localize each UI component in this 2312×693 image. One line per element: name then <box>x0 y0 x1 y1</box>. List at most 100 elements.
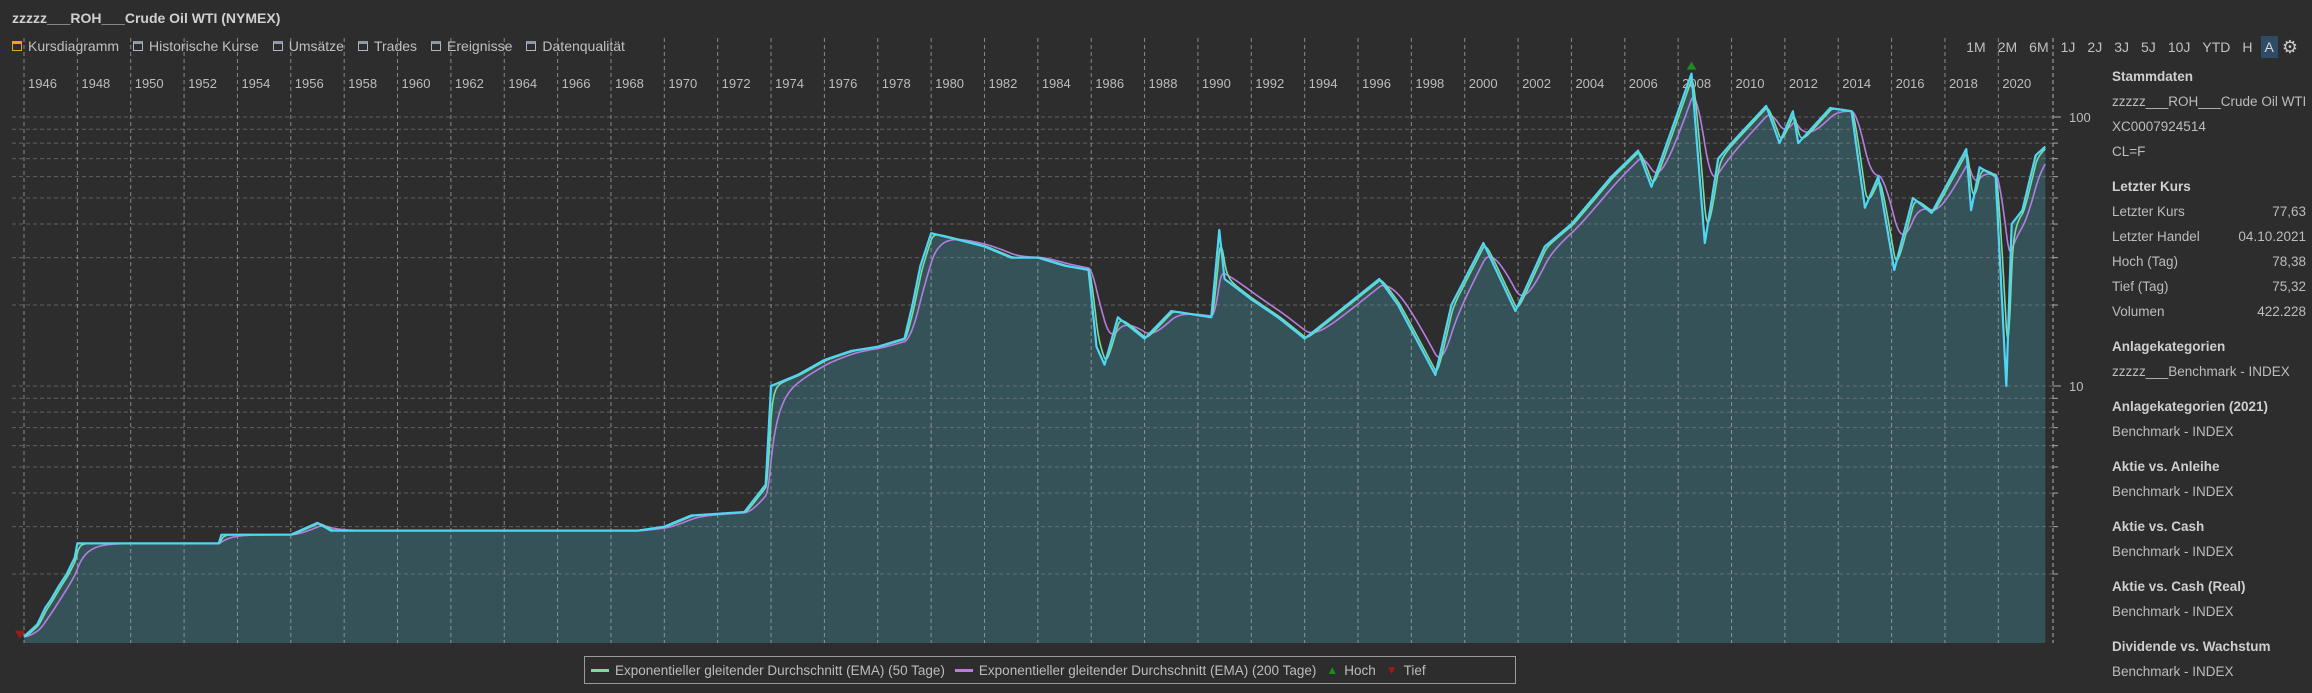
sidebar-row-label: CL=F <box>2112 144 2146 159</box>
period-3j[interactable]: 3J <box>2110 36 2133 58</box>
x-tick-label: 1954 <box>241 76 270 91</box>
sidebar-row-label: Tief (Tag) <box>2112 279 2169 294</box>
sidebar-row-label: Letzter Kurs <box>2112 204 2185 219</box>
high-marker-icon <box>1686 61 1697 70</box>
x-tick-label: 2002 <box>1522 76 1551 91</box>
x-tick-label: 2014 <box>1842 76 1871 91</box>
x-tick-label: 1956 <box>295 76 324 91</box>
legend-ema200[interactable]: Exponentieller gleitender Durchschnitt (… <box>954 662 1317 678</box>
sidebar-section-title: Aktie vs. Anleihe <box>2112 459 2220 474</box>
period-h[interactable]: H <box>2238 36 2256 58</box>
x-tick-label: 2006 <box>1629 76 1658 91</box>
legend-high[interactable]: ▲ Hoch <box>1326 663 1375 678</box>
sidebar-row: Benchmark - INDEX <box>2112 539 2306 564</box>
x-tick-label: 1980 <box>935 76 964 91</box>
x-tick-label: 1994 <box>1309 76 1338 91</box>
sidebar-row: Tief (Tag) 75,32 <box>2112 274 2306 299</box>
x-tick-label: 1990 <box>1202 76 1231 91</box>
x-tick-label: 1998 <box>1415 76 1444 91</box>
sidebar-row: Hoch (Tag) 78,38 <box>2112 249 2306 274</box>
x-tick-label: 2018 <box>1949 76 1978 91</box>
sidebar-row: Benchmark - INDEX <box>2112 659 2306 684</box>
sidebar-section-title: Aktie vs. Cash (Real) <box>2112 579 2246 594</box>
price-chart[interactable]: 1946 1948 1950 1952 1954 1956 1958 1960 1962 1964… <box>0 0 2110 693</box>
ema200-swatch-icon <box>954 668 973 672</box>
x-tick-label: 2016 <box>1896 76 1925 91</box>
x-tick-label: 1960 <box>402 76 431 91</box>
y-tick-label: 10 <box>2069 379 2083 394</box>
sidebar-section-title: Letzter Kurs <box>2112 179 2191 194</box>
settings-gear-icon[interactable]: ⚙ <box>2282 37 2298 58</box>
sidebar-row-label: XC0007924514 <box>2112 119 2206 134</box>
sidebar-row-label: Benchmark - INDEX <box>2112 544 2234 559</box>
sidebar-section-title: Aktie vs. Cash <box>2112 519 2205 534</box>
sidebar-row-label: Hoch (Tag) <box>2112 254 2179 269</box>
triangle-up-icon: ▲ <box>1326 663 1339 677</box>
legend-label: Exponentieller gleitender Durchschnitt (… <box>978 662 1317 678</box>
sidebar-row: Letzter Kurs 77,63 <box>2112 199 2306 224</box>
sidebar-row-label: Benchmark - INDEX <box>2112 664 2234 679</box>
sidebar-row-label: Letzter Handel <box>2112 229 2200 244</box>
legend-ema50[interactable]: Exponentieller gleitender Durchschnitt (… <box>591 663 945 678</box>
x-tick-label: 1982 <box>988 76 1017 91</box>
x-tick-label: 1992 <box>1255 76 1284 91</box>
sidebar-row-label: Volumen <box>2112 304 2165 319</box>
sidebar-row-label: zzzzz___Benchmark - INDEX <box>2112 364 2290 379</box>
x-tick-label: 1964 <box>508 76 537 91</box>
sidebar-row: Letzter Handel 04.10.2021 <box>2112 224 2306 249</box>
legend-label: Hoch <box>1344 662 1376 678</box>
sidebar-row-value: 422.228 <box>2257 304 2306 319</box>
sidebar-row-value: 78,38 <box>2272 254 2306 269</box>
period-a[interactable]: A <box>2260 36 2278 58</box>
period-10j[interactable]: 10J <box>2164 36 2195 58</box>
x-tick-label: 1966 <box>562 76 591 91</box>
sidebar-section-title: Anlagekategorien (2021) <box>2112 399 2269 414</box>
x-tick-label: 1984 <box>1042 76 1071 91</box>
x-tick-label: 1976 <box>828 76 857 91</box>
legend-label: Exponentieller gleitender Durchschnitt (… <box>615 662 945 678</box>
period-ytd[interactable]: YTD <box>2198 36 2234 58</box>
sidebar-row: Benchmark - INDEX <box>2112 599 2306 624</box>
x-tick-label: 1970 <box>668 76 697 91</box>
sidebar-row: Benchmark - INDEX <box>2112 479 2306 504</box>
ema50-swatch-icon <box>591 668 609 672</box>
sidebar-row-value: 75,32 <box>2272 279 2306 294</box>
legend-low[interactable]: ▼ Tief <box>1386 663 1426 678</box>
sidebar-row-value: 77,63 <box>2272 204 2306 219</box>
period-5j[interactable]: 5J <box>2137 36 2160 58</box>
sidebar-row-value: 04.10.2021 <box>2238 229 2306 244</box>
legend-label: Tief <box>1403 662 1426 678</box>
sidebar-section-title: Anlagekategorien <box>2112 339 2226 354</box>
x-tick-label: 2000 <box>1469 76 1498 91</box>
sidebar-section-title: Dividende vs. Wachstum <box>2112 639 2271 654</box>
info-sidebar: Stammdaten zzzzz___ROH___Crude Oil WTI XC0… <box>2112 64 2306 684</box>
x-tick-label: 2020 <box>2002 76 2031 91</box>
sidebar-row: zzzzz___ROH___Crude Oil WTI <box>2112 89 2306 114</box>
x-tick-label: 1958 <box>348 76 377 91</box>
triangle-down-icon: ▼ <box>1385 663 1398 677</box>
x-tick-label: 1950 <box>135 76 164 91</box>
x-tick-label: 1986 <box>1095 76 1124 91</box>
y-tick-label: 100 <box>2069 110 2091 125</box>
x-tick-label: 1978 <box>882 76 911 91</box>
sidebar-row: Benchmark - INDEX <box>2112 419 2306 444</box>
sidebar-row-label: Benchmark - INDEX <box>2112 604 2234 619</box>
x-tick-label: 1974 <box>775 76 804 91</box>
sidebar-row: Volumen 422.228 <box>2112 299 2306 324</box>
sidebar-row-label: Benchmark - INDEX <box>2112 484 2234 499</box>
x-tick-label: 1946 <box>28 76 57 91</box>
x-tick-label: 1962 <box>455 76 484 91</box>
x-tick-label: 1972 <box>722 76 751 91</box>
sidebar-row-label: Benchmark - INDEX <box>2112 424 2234 439</box>
sidebar-section-title: Stammdaten <box>2112 69 2194 84</box>
x-tick-label: 1996 <box>1362 76 1391 91</box>
x-tick-label: 2010 <box>1736 76 1765 91</box>
sidebar-row-label: zzzzz___ROH___Crude Oil WTI <box>2112 94 2307 109</box>
sidebar-row: XC0007924514 <box>2112 114 2306 139</box>
chart-legend: Exponentieller gleitender Durchschnitt (… <box>584 656 1516 684</box>
x-tick-label: 1988 <box>1149 76 1178 91</box>
sidebar-row: CL=F <box>2112 139 2306 164</box>
x-tick-label: 1948 <box>81 76 110 91</box>
x-tick-label: 1968 <box>615 76 644 91</box>
x-tick-label: 1952 <box>188 76 217 91</box>
